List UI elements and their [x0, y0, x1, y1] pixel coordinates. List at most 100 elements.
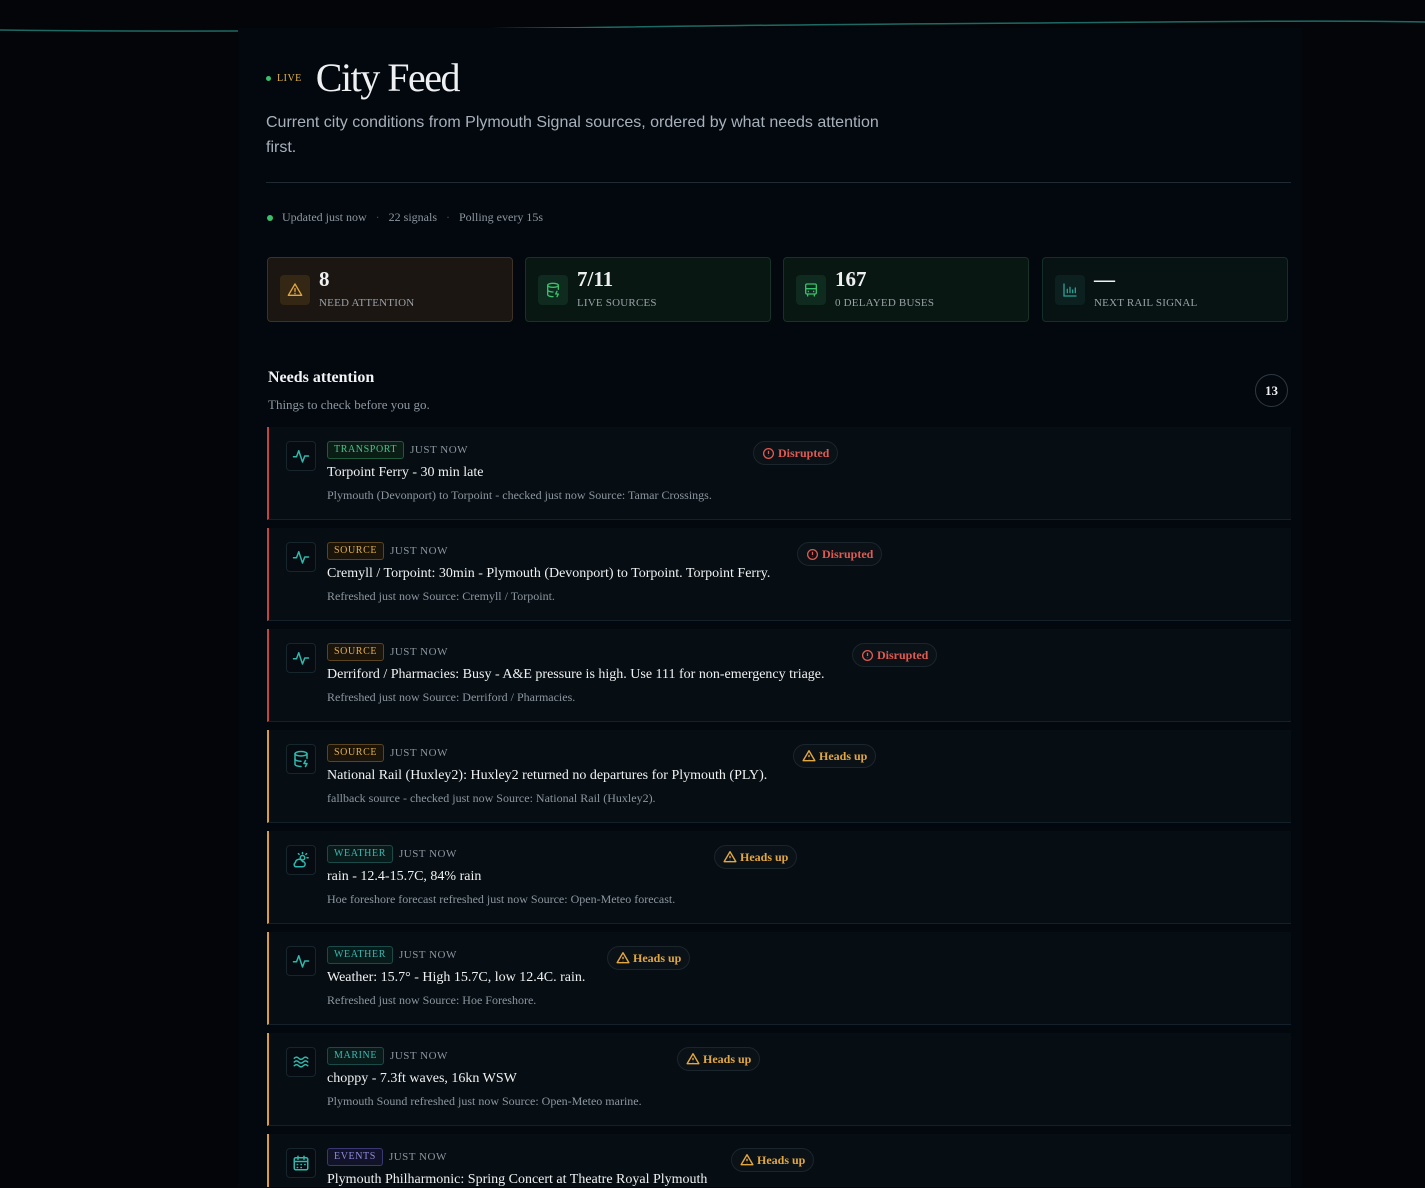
pulse-icon — [286, 946, 316, 976]
warning-icon — [740, 1154, 754, 1166]
status-dot — [267, 214, 273, 221]
category-tag: MARINE — [327, 1047, 385, 1065]
badge-label: Heads up — [819, 748, 868, 763]
status-badge: Heads up — [714, 845, 798, 869]
category-tag: EVENTS — [327, 1148, 383, 1166]
card-meta: MARINE JUST NOW — [327, 1047, 448, 1065]
stat-next-rail[interactable]: — NEXT RAIL SIGNAL — [1042, 257, 1288, 322]
card-detail: Refreshed just now Source: Hoe Foreshore… — [327, 993, 537, 1007]
signal-card[interactable]: SOURCE JUST NOW National Rail (Huxley2):… — [267, 730, 1291, 823]
card-headline: Weather: 15.7° - High 15.7C, low 12.4C. … — [327, 970, 586, 985]
separator: · — [446, 210, 450, 224]
timestamp: JUST NOW — [390, 1050, 448, 1062]
stat-label: 0 DELAYED BUSES — [835, 297, 935, 309]
stat-buses[interactable]: 167 0 DELAYED BUSES — [783, 257, 1029, 322]
category-tag: WEATHER — [327, 845, 393, 863]
category-tag: TRANSPORT — [327, 441, 405, 459]
card-headline: Derriford / Pharmacies: Busy - A&E press… — [327, 667, 825, 682]
page-title: City Feed — [315, 55, 461, 100]
timestamp: JUST NOW — [390, 545, 448, 557]
card-meta: WEATHER JUST NOW — [327, 946, 457, 964]
warning-icon — [616, 952, 630, 964]
signal-card[interactable]: TRANSPORT JUST NOW Torpoint Ferry - 30 m… — [267, 427, 1291, 520]
card-headline: Plymouth Philharmonic: Spring Concert at… — [327, 1172, 708, 1187]
alert-circle-icon — [806, 548, 819, 560]
card-meta: TRANSPORT JUST NOW — [327, 441, 468, 459]
section-subtitle: Things to check before you go. — [268, 397, 430, 412]
card-detail: Refreshed just now Source: Cremyll / Tor… — [327, 589, 555, 603]
signal-card[interactable]: EVENTS JUST NOW Plymouth Philharmonic: S… — [267, 1134, 1291, 1187]
category-tag: SOURCE — [327, 744, 385, 762]
badge-label: Disrupted — [877, 647, 929, 662]
card-headline: choppy - 7.3ft waves, 16kn WSW — [327, 1071, 517, 1086]
database-icon — [286, 744, 316, 774]
stat-value: 167 — [835, 267, 867, 291]
card-meta: EVENTS JUST NOW — [327, 1148, 447, 1166]
card-meta: SOURCE JUST NOW — [327, 542, 448, 560]
stat-need-attention[interactable]: 8 NEED ATTENTION — [267, 257, 513, 322]
signal-card[interactable]: SOURCE JUST NOW Cremyll / Torpoint: 30mi… — [267, 528, 1291, 621]
database-icon — [538, 275, 568, 305]
timestamp: JUST NOW — [398, 949, 457, 961]
card-meta: WEATHER JUST NOW — [327, 845, 457, 863]
warning-icon — [686, 1053, 700, 1065]
card-headline: Cremyll / Torpoint: 30min - Plymouth (De… — [327, 566, 771, 581]
stat-value: 8 — [319, 267, 330, 291]
signal-card[interactable]: MARINE JUST NOW choppy - 7.3ft waves, 16… — [267, 1033, 1291, 1126]
badge-label: Heads up — [740, 849, 789, 864]
updated-text: Updated just now — [282, 210, 367, 224]
stat-live-sources[interactable]: 7/11 LIVE SOURCES — [525, 257, 771, 322]
timestamp: JUST NOW — [388, 1151, 447, 1163]
card-detail: Plymouth (Devonport) to Torpoint - check… — [327, 488, 712, 502]
live-label: LIVE — [277, 72, 302, 84]
badge-label: Heads up — [633, 950, 682, 965]
warning-icon — [723, 851, 737, 863]
stat-label: LIVE SOURCES — [577, 297, 657, 309]
timestamp: JUST NOW — [390, 747, 448, 759]
polling-interval: Polling every 15s — [459, 210, 543, 224]
separator: · — [375, 210, 380, 224]
page-header: LIVE City Feed — [266, 55, 461, 100]
stat-label: NEED ATTENTION — [319, 297, 415, 309]
status-badge: Heads up — [607, 946, 691, 970]
pulse-icon — [286, 441, 316, 471]
timestamp: JUST NOW — [390, 646, 448, 658]
status-badge: Disrupted — [852, 643, 938, 667]
cloud-sun-icon — [286, 845, 316, 875]
status-badge: Heads up — [793, 744, 877, 768]
page-subtitle: Current city conditions from Plymouth Si… — [266, 114, 879, 156]
card-detail: Hoe foreshore forecast refreshed just no… — [327, 892, 676, 906]
status-badge: Disrupted — [753, 441, 839, 465]
live-indicator-dot — [266, 75, 271, 81]
badge-label: Disrupted — [822, 546, 874, 561]
signal-card[interactable]: SOURCE JUST NOW Derriford / Pharmacies: … — [267, 629, 1291, 722]
stat-label: NEXT RAIL SIGNAL — [1094, 297, 1198, 309]
alert-circle-icon — [861, 649, 874, 661]
card-headline: Torpoint Ferry - 30 min late — [327, 465, 484, 480]
status-badge: Disrupted — [797, 542, 883, 566]
warning-icon — [802, 750, 816, 762]
badge-label: Disrupted — [778, 445, 830, 460]
card-meta: SOURCE JUST NOW — [327, 744, 448, 762]
signals-count: 22 signals — [388, 210, 437, 224]
stat-value: — — [1094, 267, 1115, 291]
signal-card[interactable]: WEATHER JUST NOW Weather: 15.7° - High 1… — [267, 932, 1291, 1025]
card-detail: fallback source - checked just now Sourc… — [327, 791, 656, 805]
card-headline: rain - 12.4-15.7C, 84% rain — [327, 869, 482, 884]
signal-card[interactable]: WEATHER JUST NOW rain - 12.4-15.7C, 84% … — [267, 831, 1291, 924]
alert-circle-icon — [762, 447, 775, 459]
card-headline: National Rail (Huxley2): Huxley2 returne… — [327, 768, 768, 783]
category-tag: SOURCE — [327, 643, 385, 661]
status-bar: Updated just now · 22 signals · Polling … — [267, 210, 543, 225]
pulse-icon — [286, 542, 316, 572]
category-tag: WEATHER — [327, 946, 393, 964]
card-detail: Refreshed just now Source: Derriford / P… — [327, 690, 576, 704]
attention-count-badge: 13 — [1255, 374, 1288, 407]
timestamp: JUST NOW — [398, 848, 457, 860]
card-detail: Plymouth Sound refreshed just now Source… — [327, 1094, 642, 1108]
category-tag: SOURCE — [327, 542, 385, 560]
bus-icon — [796, 275, 826, 305]
bar-chart-icon — [1055, 275, 1085, 305]
badge-label: Heads up — [703, 1051, 752, 1066]
calendar-icon — [286, 1148, 316, 1178]
